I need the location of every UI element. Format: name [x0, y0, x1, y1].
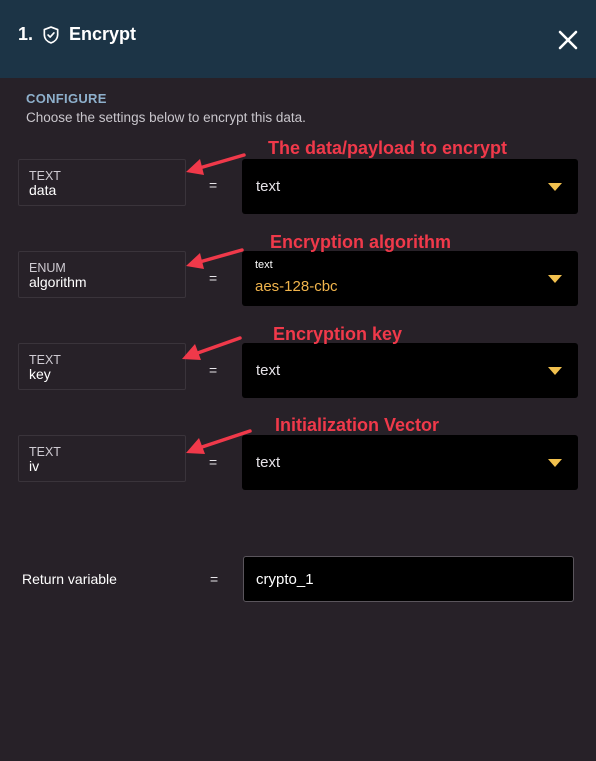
configure-description: Choose the settings below to encrypt thi… — [26, 110, 306, 125]
annotation-algorithm: Encryption algorithm — [270, 232, 452, 252]
arrow-icon — [186, 248, 244, 269]
key-value-select[interactable]: text — [242, 343, 578, 398]
caret-down-icon — [548, 367, 562, 375]
close-icon[interactable] — [556, 28, 580, 52]
algorithm-value-select[interactable]: text aes-128-cbc — [242, 251, 578, 306]
select-value: aes-128-cbc — [255, 278, 338, 295]
select-value: text — [256, 454, 281, 471]
equals-sign: = — [210, 571, 219, 587]
param-name: key — [29, 366, 51, 382]
modal-header: 1. Encrypt — [0, 0, 596, 78]
shield-check-icon — [43, 25, 59, 44]
iv-value-select[interactable]: text — [242, 435, 578, 490]
param-name: iv — [29, 458, 40, 474]
data-value-select[interactable]: text — [242, 159, 578, 214]
param-iv: TEXT iv — [18, 435, 186, 482]
param-algorithm: ENUM algorithm — [18, 251, 186, 298]
param-name: data — [29, 182, 57, 198]
annotation-iv: Initialization Vector — [275, 415, 440, 435]
configure-heading: CONFIGURE — [26, 91, 107, 106]
param-key: TEXT key — [18, 343, 186, 390]
annotation-key: Encryption key — [273, 324, 403, 344]
arrow-icon — [186, 429, 252, 454]
annotation-data: The data/payload to encrypt — [268, 138, 508, 158]
param-data: TEXT data — [18, 159, 186, 206]
caret-down-icon — [548, 183, 562, 191]
param-name: algorithm — [29, 274, 87, 290]
arrow-icon — [186, 153, 246, 175]
param-type: TEXT — [29, 353, 61, 367]
modal-title: 1. Encrypt — [18, 24, 136, 45]
return-variable-label: Return variable — [22, 571, 117, 587]
param-type: TEXT — [29, 445, 61, 459]
title-text: Encrypt — [69, 24, 137, 44]
arrow-icon — [182, 336, 242, 360]
caret-down-icon — [548, 459, 562, 467]
select-value: text — [256, 362, 281, 379]
step-number: 1. — [18, 24, 34, 44]
return-variable-input[interactable] — [243, 556, 574, 602]
select-value: text — [256, 178, 281, 195]
select-value-type: text — [255, 259, 273, 271]
caret-down-icon — [548, 275, 562, 283]
